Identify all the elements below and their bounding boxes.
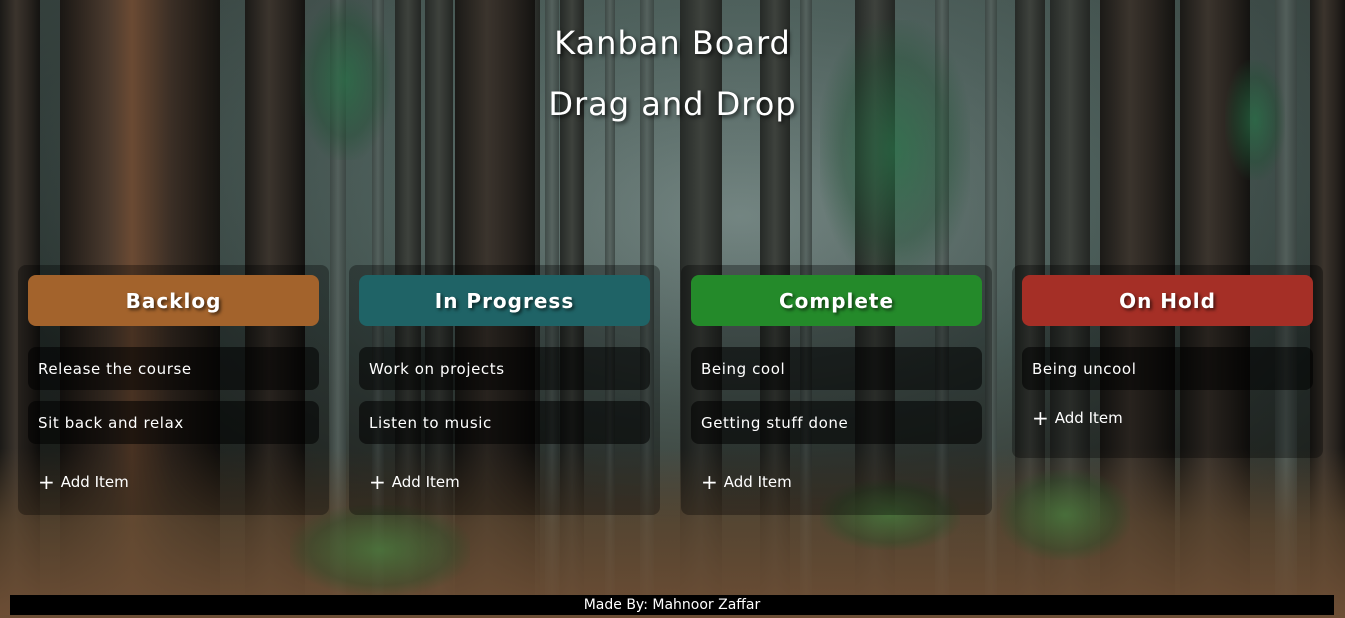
add-item-button[interactable]: + Add Item <box>359 472 650 492</box>
footer-credit: Made By: Mahnoor Zaffar <box>10 595 1334 615</box>
card-item[interactable]: Getting stuff done <box>691 401 982 444</box>
column-header-complete: Complete <box>691 275 982 326</box>
card-item[interactable]: Being uncool <box>1022 347 1313 390</box>
add-item-button[interactable]: + Add Item <box>1022 408 1313 428</box>
column-header-in-progress: In Progress <box>359 275 650 326</box>
page-subtitle: Drag and Drop <box>548 85 797 123</box>
add-item-label: Add Item <box>391 473 460 491</box>
plus-icon: + <box>1032 406 1049 430</box>
column-header-on-hold: On Hold <box>1022 275 1313 326</box>
column-header-backlog: Backlog <box>28 275 319 326</box>
card-item[interactable]: Being cool <box>691 347 982 390</box>
plus-icon: + <box>701 470 718 494</box>
add-item-label: Add Item <box>723 473 792 491</box>
plus-icon: + <box>38 470 55 494</box>
card-item[interactable]: Sit back and relax <box>28 401 319 444</box>
card-item[interactable]: Listen to music <box>359 401 650 444</box>
column-backlog: Backlog Release the course Sit back and … <box>18 265 329 515</box>
card-item[interactable]: Work on projects <box>359 347 650 390</box>
page-header: Kanban Board Drag and Drop <box>0 18 1345 130</box>
column-in-progress: In Progress Work on projects Listen to m… <box>349 265 660 515</box>
add-item-label: Add Item <box>1054 409 1123 427</box>
add-item-label: Add Item <box>60 473 129 491</box>
add-item-button[interactable]: + Add Item <box>28 472 319 492</box>
column-on-hold: On Hold Being uncool + Add Item <box>1012 265 1323 458</box>
plus-icon: + <box>369 470 386 494</box>
add-item-button[interactable]: + Add Item <box>691 472 982 492</box>
column-complete: Complete Being cool Getting stuff done +… <box>681 265 992 515</box>
card-item[interactable]: Release the course <box>28 347 319 390</box>
page-title: Kanban Board <box>554 24 791 62</box>
